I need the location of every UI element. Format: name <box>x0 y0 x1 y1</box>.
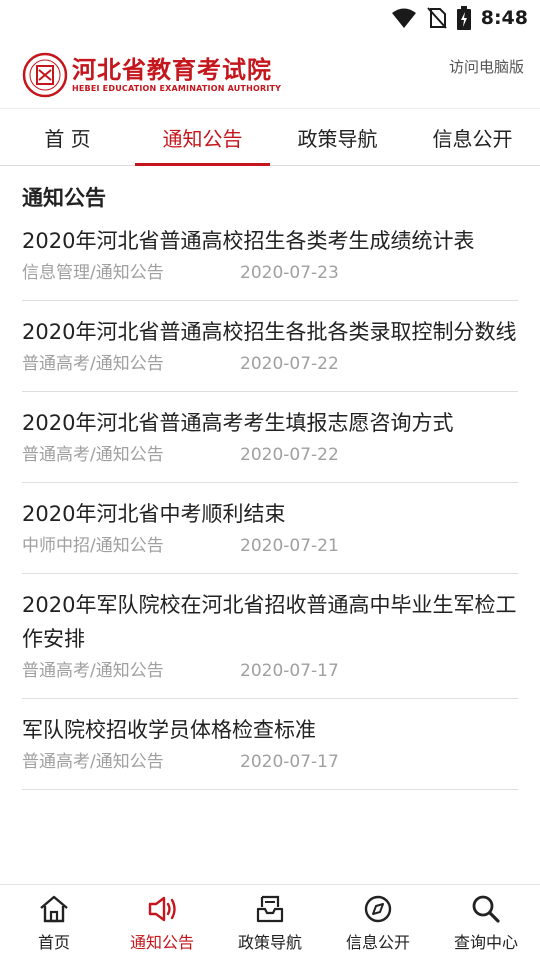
compass-icon <box>364 895 392 922</box>
seal-logo-icon <box>22 52 68 98</box>
notice-title[interactable]: 2020年军队院校在河北省招收普通高中毕业生军检工作安排 <box>22 588 518 656</box>
notice-date: 2020-07-22 <box>240 445 339 465</box>
bottom-nav-label: 信息公开 <box>345 932 410 952</box>
notice-category: 信息管理/通知公告 <box>22 263 164 283</box>
wifi-icon <box>391 8 416 28</box>
notice-date: 2020-07-17 <box>240 661 339 681</box>
notice-category: 中师中招/通知公告 <box>22 536 164 556</box>
tab-home[interactable]: 首 页 <box>0 109 135 165</box>
notice-date: 2020-07-17 <box>240 752 339 772</box>
list-item[interactable]: 2020年河北省普通高校招生各类考生成绩统计表 信息管理/通知公告 2020-07… <box>22 218 518 301</box>
logo-title: 河北省教育考试院 <box>72 55 272 84</box>
bottom-nav-label: 通知公告 <box>129 932 194 952</box>
site-header: 河北省教育考试院 HEBEI EDUCATION EXAMINATION AUT… <box>0 36 540 108</box>
tab-policy[interactable]: 政策导航 <box>270 109 405 165</box>
bottom-nav-label: 首页 <box>37 932 70 952</box>
notice-list: 2020年河北省普通高校招生各类考生成绩统计表 信息管理/通知公告 2020-07… <box>22 218 518 790</box>
notice-date: 2020-07-22 <box>240 354 339 374</box>
status-bar: 8:48 <box>0 0 540 36</box>
notice-category: 普通高考/通知公告 <box>22 445 164 465</box>
list-item[interactable]: 2020年河北省普通高考考生填报志愿咨询方式 普通高考/通知公告 2020-07-… <box>22 392 518 483</box>
site-logo[interactable]: 河北省教育考试院 HEBEI EDUCATION EXAMINATION AUT… <box>22 52 281 98</box>
list-item[interactable]: 2020年河北省普通高校招生各批各类录取控制分数线 普通高考/通知公告 2020-… <box>22 301 518 392</box>
tab-info-disclosure[interactable]: 信息公开 <box>405 109 540 165</box>
home-icon <box>40 895 68 922</box>
bottom-nav-notices[interactable]: 通知公告 <box>108 885 216 960</box>
no-sim-icon <box>426 7 447 29</box>
list-item[interactable]: 军队院校招收学员体格检查标准 普通高考/通知公告 2020-07-17 <box>22 699 518 790</box>
notice-title[interactable]: 2020年河北省普通高校招生各批各类录取控制分数线 <box>22 315 518 349</box>
notice-title[interactable]: 2020年河北省普通高校招生各类考生成绩统计表 <box>22 224 518 258</box>
logo-subtitle: HEBEI EDUCATION EXAMINATION AUTHORITY <box>72 83 282 93</box>
bottom-nav-search[interactable]: 查询中心 <box>432 885 540 960</box>
content-area[interactable]: 通知公告 2020年河北省普通高校招生各类考生成绩统计表 信息管理/通知公告 20… <box>0 166 540 884</box>
notice-category: 普通高考/通知公告 <box>22 354 164 374</box>
bottom-nav-label: 政策导航 <box>237 932 302 952</box>
notice-title[interactable]: 2020年河北省普通高考考生填报志愿咨询方式 <box>22 406 518 440</box>
section-title: 通知公告 <box>22 186 106 210</box>
top-nav: 首 页 通知公告 政策导航 信息公开 <box>0 108 540 166</box>
search-icon <box>472 895 500 923</box>
bottom-nav: 首页 通知公告 政策导航 信息公开 查询中心 <box>0 884 540 960</box>
bottom-nav-label: 查询中心 <box>453 932 518 952</box>
list-item[interactable]: 2020年军队院校在河北省招收普通高中毕业生军检工作安排 普通高考/通知公告 20… <box>22 574 518 699</box>
notice-title[interactable]: 2020年河北省中考顺利结束 <box>22 497 518 531</box>
status-time: 8:48 <box>480 7 528 29</box>
notice-date: 2020-07-21 <box>240 536 339 556</box>
bottom-nav-policy[interactable]: 政策导航 <box>216 885 324 960</box>
list-item[interactable]: 2020年河北省中考顺利结束 中师中招/通知公告 2020-07-21 <box>22 483 518 574</box>
speaker-icon <box>148 896 176 921</box>
notice-category: 普通高考/通知公告 <box>22 661 164 681</box>
notice-date: 2020-07-23 <box>240 263 339 283</box>
notice-category: 普通高考/通知公告 <box>22 752 164 772</box>
desktop-version-link[interactable]: 访问电脑版 <box>449 56 524 77</box>
notice-title[interactable]: 军队院校招收学员体格检查标准 <box>22 713 518 747</box>
bottom-nav-info[interactable]: 信息公开 <box>324 885 432 960</box>
tab-notices[interactable]: 通知公告 <box>135 109 270 166</box>
bottom-nav-home[interactable]: 首页 <box>0 885 108 960</box>
inbox-icon <box>256 895 284 922</box>
battery-icon <box>456 6 471 30</box>
